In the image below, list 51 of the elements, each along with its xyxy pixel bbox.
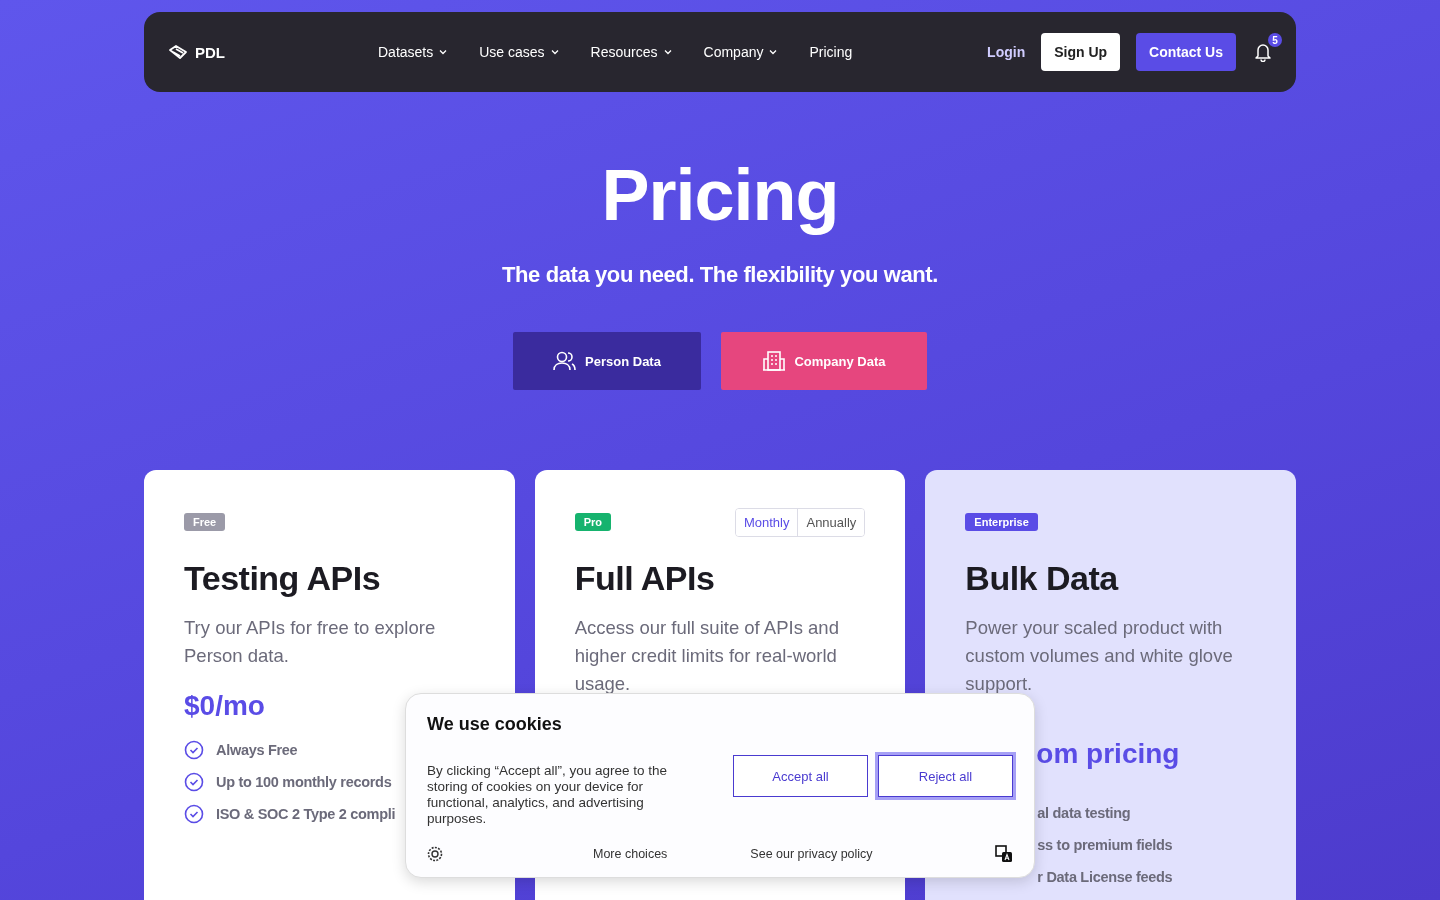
plan-description: Power your scaled product with custom volumes and white glove support. [965,616,1234,696]
page-title: Pricing [601,154,839,236]
nav-link[interactable]: Company [703,44,778,60]
building-icon [762,350,787,372]
login-link[interactable]: Login [987,44,1026,60]
page-subtitle: The data you need. The flexibility you want. [502,262,938,288]
plan-price: $0/mo [184,689,265,723]
plan-title: Bulk Data [965,558,1120,598]
bell-icon [1254,42,1272,62]
translate-icon [995,845,1013,863]
person-icon [553,350,578,372]
logo-text[interactable]: PDL [195,43,225,61]
nav-link[interactable]: Datasets [378,44,448,60]
dialog-link[interactable]: More choices [593,847,668,861]
data-type-tab[interactable]: Company Data [721,332,927,390]
billing-option[interactable]: Annually [797,508,865,536]
nav-link[interactable]: Resources [590,44,672,60]
feature-text: r Data License feeds [1037,869,1173,885]
reject-button[interactable]: Reject all [878,755,1013,797]
feature-text: Always Free [216,742,298,758]
contact-button[interactable]: Contact Us [1136,33,1236,71]
nav-link[interactable]: Pricing [809,44,853,60]
dialog-title: We use cookies [427,714,563,735]
notification-badge: 5 [1268,33,1282,47]
feature-text: Up to 100 monthly records [216,774,392,790]
chevron-icon [550,49,559,55]
check-circle-icon [184,804,204,824]
chevron-icon [663,49,672,55]
plan-title: Full APIs [574,558,716,598]
dialog-link[interactable]: See our privacy policy [750,847,873,861]
plan-description: Try our APIs for free to explore Person data. [184,616,437,668]
logo-icon [168,44,188,60]
feature-text: ss to premium fields [1037,837,1173,853]
settings-icon [427,846,443,862]
plan-description: Access our full suite of APIs and higher credit limits for real-world usage. [574,616,840,696]
plan-badge: Enterprise [965,513,1038,531]
check-circle-icon [184,740,204,760]
feature-text: ISO & SOC 2 Type 2 compli [216,806,396,822]
sign-up-button[interactable]: Sign Up [1041,33,1121,71]
check-circle-icon [184,772,204,792]
plan-title: Testing APIs [184,558,382,598]
plan-badge: Pro [574,513,611,531]
chevron-icon [769,49,778,55]
data-type-tab[interactable]: Person Data [513,332,701,390]
plan-badge: Free [184,513,226,531]
dialog-text: By clicking “Accept all”, you agree to the storing of cookies on your device for functional, analytics, and advertising purposes. [427,763,669,827]
accept-button[interactable]: Accept all [733,755,868,797]
nav-link[interactable]: Use cases [479,44,559,60]
plan-price: om pricing [1035,737,1180,771]
chevron-icon [439,49,448,55]
feature-text: al data testing [1037,805,1131,821]
